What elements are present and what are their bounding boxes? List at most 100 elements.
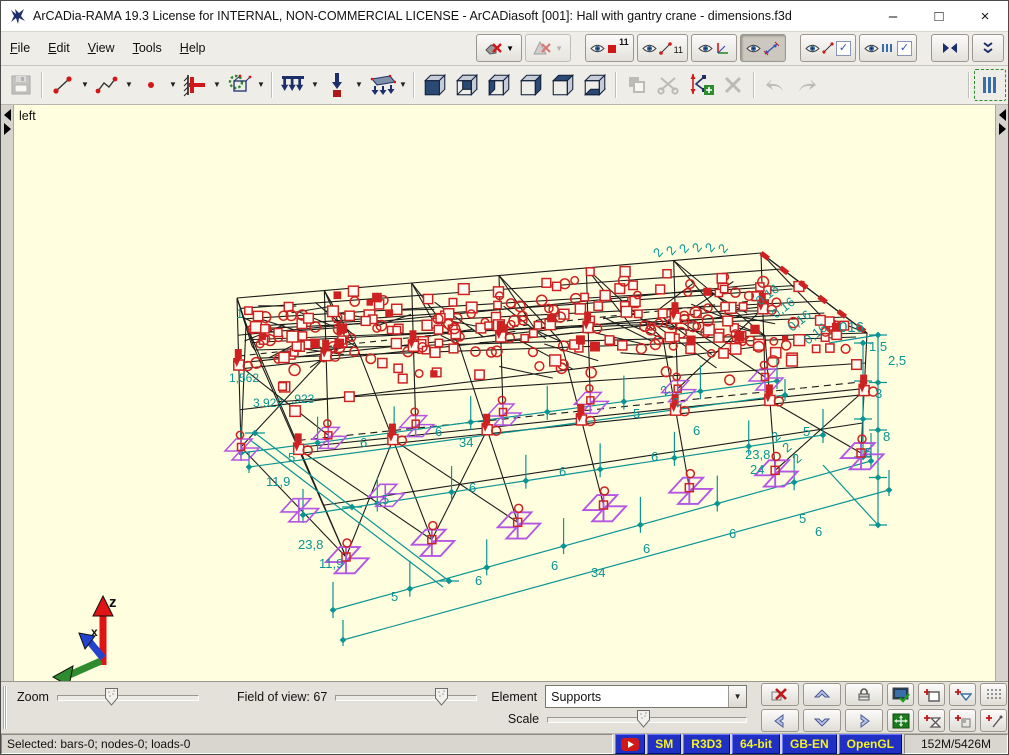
add-bar-button[interactable] [47,69,79,101]
show-dimensions-button[interactable] [740,34,786,62]
copy-button[interactable] [621,69,653,101]
delete-view-icon [771,687,789,702]
view-control-panel: Zoom Field of view: 67 Element [1,682,1008,734]
distributed-load-icon [279,73,307,97]
pan-left-button[interactable] [761,709,799,732]
maximize-button[interactable]: □ [916,1,962,31]
menu-help[interactable]: Help [171,37,215,59]
add-hourglass-button[interactable] [918,709,945,732]
show-bars-button[interactable]: 11 [637,34,688,62]
model-viewport[interactable]: 12222220,160,160,160,160161,52,538523,82… [14,105,995,682]
add-polyline-button[interactable] [91,69,123,101]
view-front-button[interactable] [419,69,451,101]
eye-icon [642,43,657,54]
status-badge-64bit[interactable]: 64-bit [732,734,780,754]
add-partial-grid-button[interactable] [949,709,976,732]
minimize-button[interactable]: – [870,1,916,31]
svg-text:6: 6 [475,573,482,588]
double-chevron-down-icon [982,41,994,55]
video-help-badge[interactable] [615,734,645,754]
fov-slider-thumb[interactable] [435,688,448,706]
status-badge-sm[interactable]: SM [647,734,681,754]
close-button[interactable]: × [962,1,1008,31]
add-point-load-dropdown[interactable]: ▼ [353,70,365,100]
add-polyline-dropdown[interactable]: ▼ [123,70,135,100]
menu-file[interactable]: File [1,37,39,59]
menu-tools[interactable]: Tools [124,37,171,59]
cut-button[interactable] [653,69,685,101]
screen-settings-button[interactable] [887,683,914,706]
status-badge-r3d3[interactable]: R3D3 [683,734,730,754]
add-bar-dropdown[interactable]: ▼ [79,70,91,100]
add-distributed-load-button[interactable] [277,69,309,101]
view-bottom-button[interactable] [579,69,611,101]
shading-mode-dropdown[interactable]: ▼ [525,34,571,62]
svg-text:5: 5 [391,589,398,604]
add-rect-view-button[interactable] [918,683,945,706]
add-triangle-view-button[interactable] [949,683,976,706]
view-top-button[interactable] [547,69,579,101]
save-button[interactable] [5,69,37,101]
menu-edit[interactable]: Edit [39,37,79,59]
pan-right-button[interactable] [845,709,883,732]
fov-slider[interactable] [335,688,477,706]
svg-text:1,562: 1,562 [229,371,259,385]
svg-text:6: 6 [551,558,558,573]
dimension-tool-button[interactable] [685,69,717,101]
svg-text:1,5: 1,5 [869,339,887,354]
checkbox-checked-icon[interactable]: ✓ [897,41,912,56]
delete-button[interactable] [717,69,749,101]
pan-up-button[interactable] [803,683,841,706]
model-canvas[interactable]: left 12222220,160,160,160,160161,52,5385… [14,105,995,682]
add-node-dropdown[interactable]: ▼ [167,70,179,100]
fit-view-button[interactable] [887,709,914,732]
structure-generator-button[interactable] [223,69,255,101]
add-node-button[interactable] [135,69,167,101]
grid-toggle-button[interactable] [980,683,1007,706]
view-left-button[interactable] [483,69,515,101]
add-section-line-button[interactable] [980,709,1007,732]
delete-view-button[interactable] [761,683,799,706]
view-back-button[interactable] [451,69,483,101]
redo-button[interactable] [791,69,823,101]
element-combobox[interactable]: Supports ▼ [545,685,747,708]
add-distributed-load-dropdown[interactable]: ▼ [309,70,321,100]
checkbox-checked-icon[interactable]: ✓ [836,41,851,56]
node-tool-icon [141,75,161,95]
add-surface-load-dropdown[interactable]: ▼ [397,70,409,100]
show-axes-button[interactable] [691,34,737,62]
right-panel-toggle[interactable] [995,105,1008,682]
add-point-load-button[interactable] [321,69,353,101]
grid-visibility-toggle[interactable]: ✓ [859,34,917,62]
show-nodes-button[interactable]: 11 [585,34,634,62]
left-panel-toggle[interactable] [1,105,14,682]
selection-filter-button[interactable] [974,69,1006,101]
scale-slider-thumb[interactable] [637,710,650,728]
bar-icon [822,42,834,54]
combo-dropdown-icon[interactable]: ▼ [728,686,746,707]
svg-text:2: 2 [689,239,705,254]
display-mode-dropdown[interactable]: ▼ [476,34,522,62]
zoom-slider[interactable] [57,688,199,706]
view-right-button[interactable] [515,69,547,101]
status-badge-gben[interactable]: GB-EN [782,734,837,754]
undo-button[interactable] [759,69,791,101]
fit-horizontal-button[interactable] [931,34,969,62]
add-support-dropdown[interactable]: ▼ [211,70,223,100]
collapse-toolbar-button[interactable] [972,34,1004,62]
zoom-slider-thumb[interactable] [105,688,118,706]
cube-left-icon [485,72,513,98]
svg-text:8: 8 [883,429,890,444]
add-surface-load-button[interactable] [365,69,397,101]
bars-visibility-toggle[interactable]: ✓ [800,34,856,62]
menu-view[interactable]: View [79,37,124,59]
add-support-button[interactable] [179,69,211,101]
status-badge-opengl[interactable]: OpenGL [839,734,902,754]
cube-bottom-icon [581,72,609,98]
panel-grip[interactable] [3,686,7,729]
scale-slider[interactable] [547,710,747,728]
redo-icon [795,74,819,96]
pan-down-button[interactable] [803,709,841,732]
lock-view-button[interactable] [845,683,883,706]
structure-generator-dropdown[interactable]: ▼ [255,70,267,100]
